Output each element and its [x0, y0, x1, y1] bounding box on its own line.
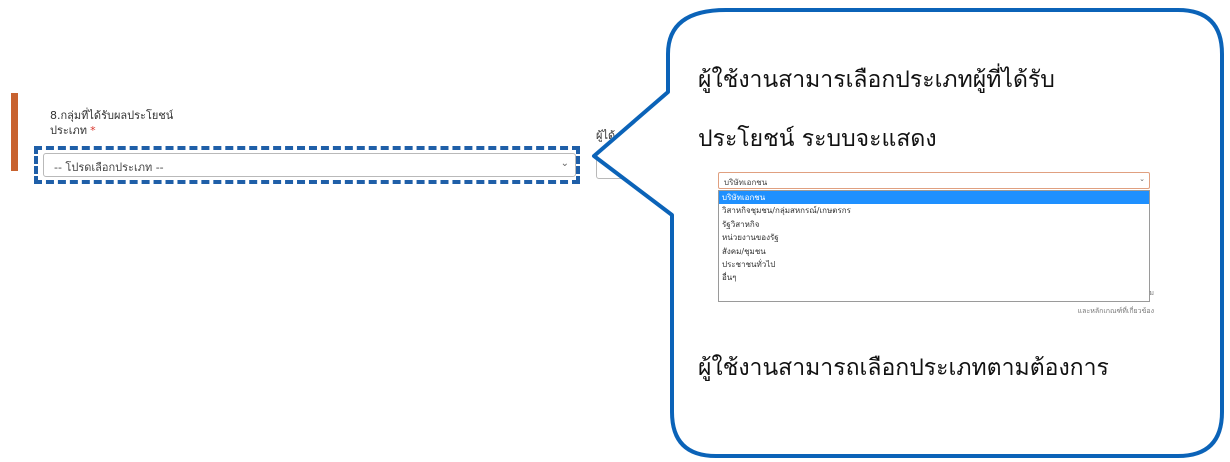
dropdown-preview: บริษัทเอกชน ⌄ บริษัทเอกชน วิสาหกิจชุมชน/… [714, 167, 1154, 317]
option-item[interactable]: สังคม/ชุมชน [719, 245, 1149, 258]
callout-content: ผู้ใช้งานสามารเลือกประเภทผู้ที่ได้รับ ปร… [676, 10, 1222, 456]
callout-text-line2: ประโยชน์ ระบบจะแสดง [698, 126, 937, 152]
preview-select[interactable]: บริษัทเอกชน ⌄ [718, 172, 1150, 189]
option-item[interactable]: ประชาชนทั่วไป [719, 258, 1149, 271]
option-item[interactable]: รัฐวิสาหกิจ [719, 218, 1149, 231]
chevron-down-icon: ⌄ [1139, 175, 1145, 183]
option-item[interactable]: บริษัทเอกชน [719, 191, 1149, 205]
option-item[interactable]: หน่วยงานของรัฐ [719, 231, 1149, 244]
preview-selected-value: บริษัทเอกชน [724, 178, 768, 187]
partial-background-text: และหลักเกณฑ์ที่เกี่ยวข้อง [1077, 307, 1154, 315]
preview-options-list: บริษัทเอกชน วิสาหกิจชุมชน/กลุ่มสหกรณ์/เก… [718, 190, 1150, 302]
partial-background-text: ม [1149, 289, 1154, 297]
option-item[interactable]: วิสาหกิจชุมชน/กลุ่มสหกรณ์/เกษตรกร [719, 204, 1149, 217]
option-item[interactable]: อื่นๆ [719, 271, 1149, 284]
callout-text-line1: ผู้ใช้งานสามารเลือกประเภทผู้ที่ได้รับ [698, 67, 1055, 93]
callout-text-line3: ผู้ใช้งานสามารถเลือกประเภทตามต้องการ [698, 355, 1109, 381]
